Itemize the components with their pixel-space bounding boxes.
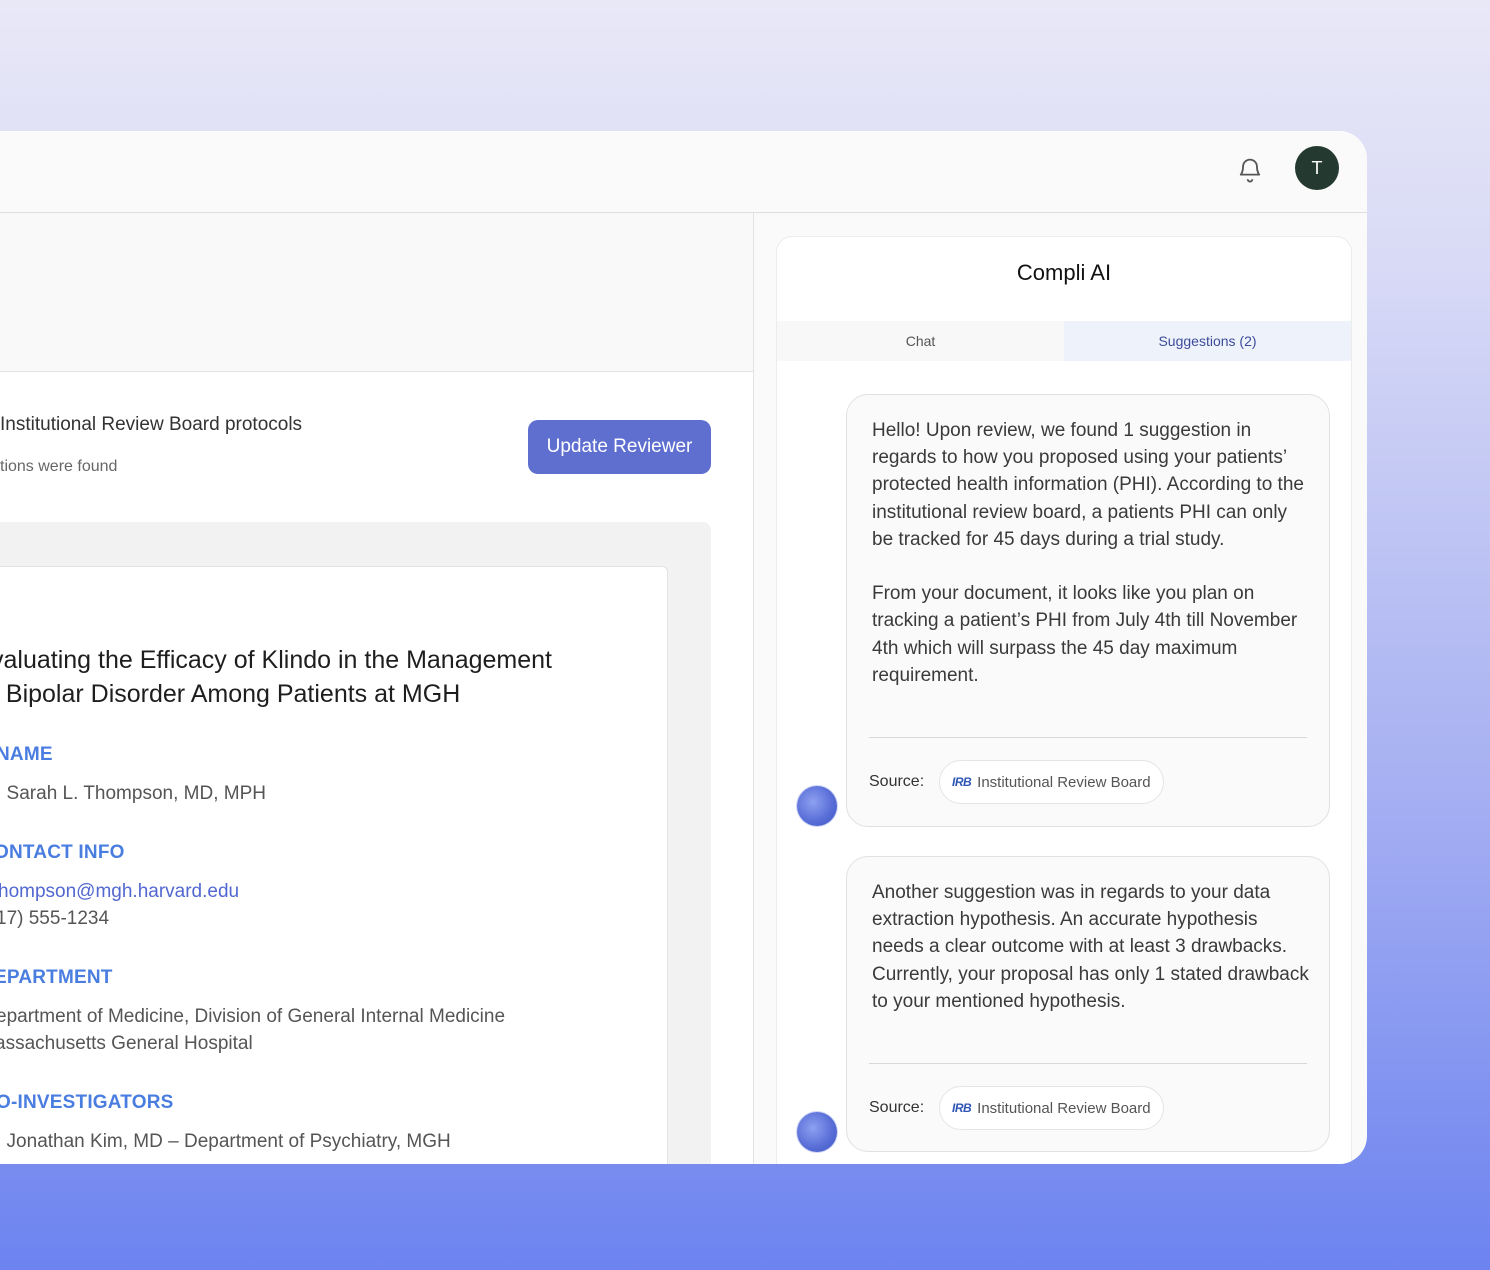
- user-avatar[interactable]: T: [1295, 146, 1339, 190]
- source-chip[interactable]: IRB Institutional Review Board: [939, 1086, 1164, 1130]
- suggestion-text: Hello! Upon review, we found 1 suggestio…: [872, 420, 1304, 686]
- irb-logo-icon: IRB: [952, 775, 972, 789]
- source-label: Source:: [869, 773, 925, 790]
- document-title: valuating the Efficacy of Klindo in the …: [0, 646, 552, 708]
- panel-tabs: Chat Suggestions (2): [777, 321, 1351, 361]
- contact-email-link[interactable]: hompson@mgh.harvard.edu: [0, 878, 239, 905]
- section-heading-co-investigators: O-INVESTIGATORS: [0, 1092, 174, 1113]
- bot-avatar-icon: [797, 786, 837, 826]
- source-name: Institutional Review Board: [977, 773, 1151, 791]
- source-label: Source:: [869, 1099, 925, 1116]
- tab-suggestions[interactable]: Suggestions (2): [1064, 321, 1351, 361]
- co-investigator-1: . Jonathan Kim, MD – Department of Psych…: [0, 1131, 451, 1152]
- document-header-area: [0, 213, 753, 372]
- document-pane: Institutional Review Board protocols tio…: [0, 213, 754, 1164]
- department-line-2: assachusetts General Hospital: [0, 1033, 253, 1054]
- compli-ai-panel: Compli AI Chat Suggestions (2) Hello! Up…: [776, 236, 1352, 1164]
- suggestion-card: Another suggestion was in regards to you…: [846, 856, 1330, 1152]
- section-heading-contact: ONTACT INFO: [0, 842, 125, 863]
- section-heading-department: EPARTMENT: [0, 967, 113, 988]
- update-reviewer-button[interactable]: Update Reviewer: [528, 420, 711, 474]
- tab-chat[interactable]: Chat: [777, 321, 1064, 361]
- suggestion-card: Hello! Upon review, we found 1 suggestio…: [846, 394, 1330, 827]
- source-name: Institutional Review Board: [977, 1099, 1151, 1117]
- bot-avatar-icon: [797, 1112, 837, 1152]
- review-banner-title: Institutional Review Board protocols: [0, 414, 303, 435]
- section-heading-name: NAME: [0, 744, 53, 765]
- top-bar: T: [0, 131, 1367, 213]
- section-text-name: . Sarah L. Thompson, MD, MPH: [0, 783, 266, 804]
- panel-title: Compli AI: [1016, 260, 1112, 285]
- review-banner-subtitle: tions were found: [0, 458, 118, 475]
- source-chip[interactable]: IRB Institutional Review Board: [939, 760, 1164, 804]
- irb-logo-icon: IRB: [952, 1101, 972, 1115]
- document-page: valuating the Efficacy of Klindo in the …: [0, 566, 668, 1164]
- bell-icon[interactable]: [1236, 155, 1264, 185]
- app-window: T Institutional Review Board protocols t…: [0, 131, 1367, 1164]
- card-divider: [869, 737, 1307, 738]
- card-divider: [869, 1063, 1307, 1064]
- department-line-1: epartment of Medicine, Division of Gener…: [0, 1006, 506, 1027]
- contact-phone: 17) 555-1234: [0, 908, 110, 929]
- suggestion-text: Another suggestion was in regards to you…: [872, 882, 1309, 1012]
